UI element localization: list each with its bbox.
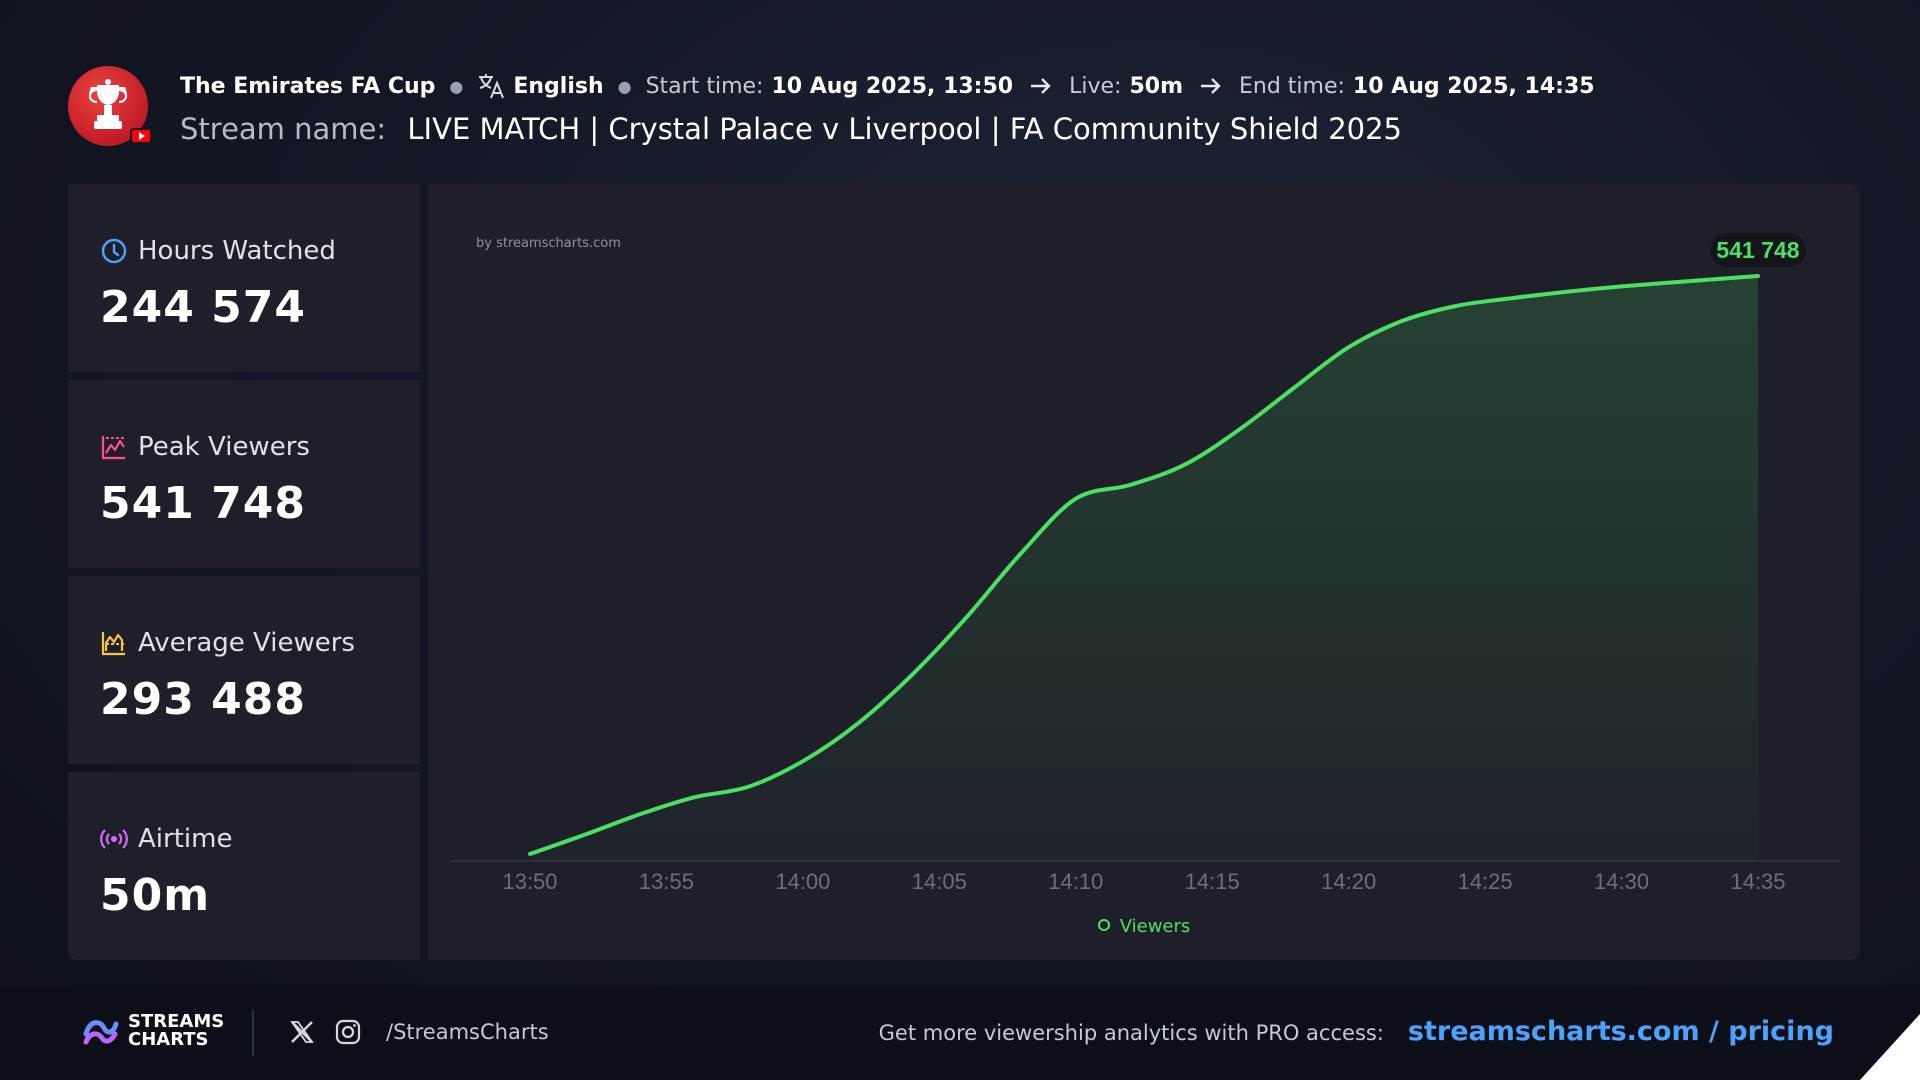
- brand-line-2: CHARTS: [128, 1029, 209, 1050]
- average-viewers-value: 293 488: [100, 674, 307, 725]
- cta-text: Get more viewership analytics with PRO a…: [878, 1021, 1384, 1045]
- live-value: 50m: [1129, 73, 1183, 99]
- stream-meta: The Emirates FA Cup ● English ● Start ti…: [180, 70, 1595, 102]
- average-chart-icon: [101, 632, 125, 656]
- translate-icon: [479, 74, 505, 99]
- peak-viewers-value: 541 748: [100, 478, 307, 529]
- x-tick-label: 14:20: [1321, 869, 1376, 894]
- arrow-right-icon: [1031, 78, 1051, 94]
- average-viewers-card: Average Viewers 293 488: [68, 576, 420, 764]
- peak-value-label: 541 748: [1716, 237, 1799, 263]
- social-handle[interactable]: /StreamsCharts: [386, 1020, 549, 1044]
- youtube-icon: [130, 128, 152, 144]
- clock-icon: [101, 238, 127, 264]
- airtime-value: 50m: [100, 870, 211, 921]
- viewers-chart[interactable]: 13:50 13:55 14:00 14:05 14:10 14:15 14:20 14:25…: [428, 184, 1860, 960]
- x-tick-label: 13:50: [502, 869, 557, 894]
- corner-accent: [1860, 1014, 1920, 1080]
- stream-language: English: [513, 73, 604, 99]
- social-links: /StreamsCharts: [288, 1018, 549, 1046]
- airtime-card: Airtime 50m: [68, 772, 420, 960]
- instagram-icon[interactable]: [334, 1018, 362, 1046]
- footer-divider: [252, 1010, 254, 1056]
- x-twitter-icon[interactable]: [288, 1018, 316, 1046]
- hours-watched-card: Hours Watched 244 574: [68, 184, 420, 372]
- pricing-link[interactable]: streamscharts.com / pricing: [1408, 1016, 1834, 1047]
- streams-charts-icon: [83, 1020, 119, 1045]
- end-time-value: 10 Aug 2025, 14:35: [1352, 73, 1595, 99]
- end-time-label: End time:: [1239, 73, 1345, 99]
- average-viewers-label: Average Viewers: [138, 628, 355, 658]
- x-tick-label: 14:00: [775, 869, 830, 894]
- live-label: Live:: [1069, 73, 1122, 99]
- x-tick-label: 14:15: [1185, 869, 1240, 894]
- x-tick-label: 14:10: [1048, 869, 1103, 894]
- footer: STREAMS CHARTS /StreamsCharts Get more v…: [0, 986, 1920, 1080]
- stream-name-label: Stream name:: [180, 112, 387, 146]
- peak-viewers-label: Peak Viewers: [138, 432, 310, 462]
- broadcast-icon: [100, 829, 128, 849]
- stream-header: The Emirates FA Cup ● English ● Start ti…: [68, 66, 1868, 156]
- x-tick-label: 14:05: [912, 869, 967, 894]
- viewers-chart-panel: by streamscharts.com 13:50 13:55 14:00 14:0…: [428, 184, 1860, 960]
- hours-watched-label: Hours Watched: [138, 236, 336, 266]
- peak-viewers-card: Peak Viewers 541 748: [68, 380, 420, 568]
- airtime-label: Airtime: [138, 824, 233, 854]
- channel-name[interactable]: The Emirates FA Cup: [180, 74, 435, 99]
- chart-legend[interactable]: Viewers: [428, 916, 1860, 937]
- x-tick-label: 14:25: [1458, 869, 1513, 894]
- trophy-icon: [89, 79, 127, 129]
- arrow-right-icon: [1201, 78, 1221, 94]
- pro-cta: Get more viewership analytics with PRO a…: [879, 1016, 1834, 1047]
- x-tick-label: 13:55: [639, 869, 694, 894]
- peak-chart-icon: [101, 436, 125, 460]
- start-time-value: 10 Aug 2025, 13:50: [771, 73, 1014, 99]
- stream-name-row: Stream name: LIVE MATCH | Crystal Palace…: [180, 112, 1402, 146]
- legend-label: Viewers: [1119, 916, 1191, 937]
- x-tick-label: 14:30: [1594, 869, 1649, 894]
- separator-dot: ●: [617, 76, 632, 96]
- separator-dot: ●: [449, 76, 464, 96]
- stream-name-value: LIVE MATCH | Crystal Palace v Liverpool …: [407, 112, 1402, 146]
- viewers-area: [530, 276, 1758, 861]
- streams-charts-logo[interactable]: STREAMS CHARTS: [82, 1012, 224, 1050]
- start-time-label: Start time:: [645, 73, 764, 99]
- legend-marker: [1097, 919, 1110, 931]
- x-tick-label: 14:35: [1730, 869, 1785, 894]
- hours-watched-value: 244 574: [100, 282, 307, 333]
